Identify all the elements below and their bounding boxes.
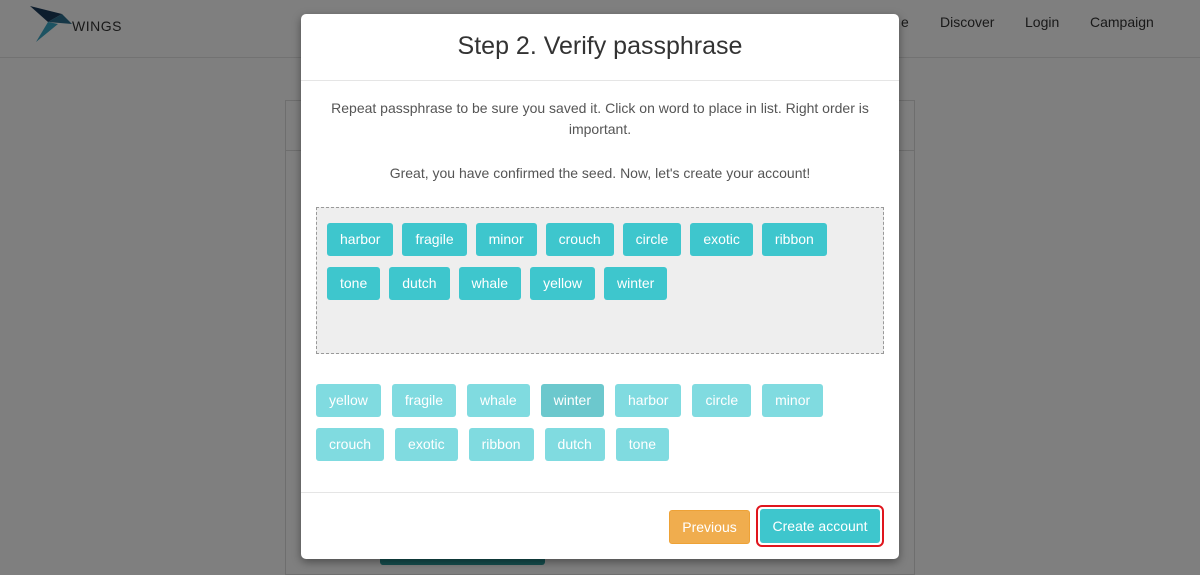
previous-button[interactable]: Previous (669, 510, 750, 544)
selected-word[interactable]: yellow (530, 267, 595, 300)
selected-word[interactable]: winter (604, 267, 668, 300)
pool-word[interactable]: circle (692, 384, 752, 417)
instructions-text: Repeat passphrase to be sure you saved i… (331, 100, 869, 137)
word-pool-row: yellow fragile whale winter harbor circl… (316, 384, 884, 417)
create-account-label: Create account (760, 509, 880, 543)
selected-word[interactable]: fragile (402, 223, 467, 256)
modal-footer: Previous Create account (301, 492, 899, 559)
pool-word[interactable]: ribbon (468, 428, 534, 461)
selected-word[interactable]: tone (327, 267, 381, 300)
create-account-button[interactable]: Create account (756, 505, 884, 547)
pool-word[interactable]: yellow (316, 384, 381, 417)
selected-word[interactable]: crouch (545, 223, 614, 256)
selected-word[interactable]: harbor (327, 223, 394, 256)
selected-word[interactable]: dutch (389, 267, 450, 300)
selected-words-row: harbor fragile minor crouch circle exoti… (327, 223, 883, 256)
success-message: Great, you have confirmed the seed. Now,… (389, 165, 811, 181)
pool-word[interactable]: fragile (391, 384, 457, 417)
pool-word[interactable]: dutch (544, 428, 605, 461)
selected-word[interactable]: exotic (690, 223, 753, 256)
selected-word[interactable]: ribbon (761, 223, 827, 256)
pool-word[interactable]: crouch (316, 428, 385, 461)
pool-word[interactable]: whale (467, 384, 530, 417)
selected-words-dropzone[interactable]: harbor fragile minor crouch circle exoti… (316, 207, 884, 354)
pool-word[interactable]: exotic (395, 428, 458, 461)
pool-word[interactable]: minor (762, 384, 824, 417)
pool-word[interactable]: tone (615, 428, 670, 461)
selected-word[interactable]: minor (475, 223, 537, 256)
pool-word[interactable]: harbor (615, 384, 682, 417)
modal-header: Step 2. Verify passphrase (301, 14, 899, 81)
selected-word[interactable]: whale (458, 267, 522, 300)
selected-word[interactable]: circle (622, 223, 682, 256)
word-pool-row: crouch exotic ribbon dutch tone (316, 428, 884, 461)
modal-title: Step 2. Verify passphrase (457, 32, 743, 60)
selected-words-row: tone dutch whale yellow winter (327, 267, 883, 300)
word-pool: yellow fragile whale winter harbor circl… (316, 384, 884, 472)
verify-passphrase-modal: Step 2. Verify passphrase Repeat passphr… (301, 14, 899, 559)
pool-word-active[interactable]: winter (540, 384, 604, 417)
